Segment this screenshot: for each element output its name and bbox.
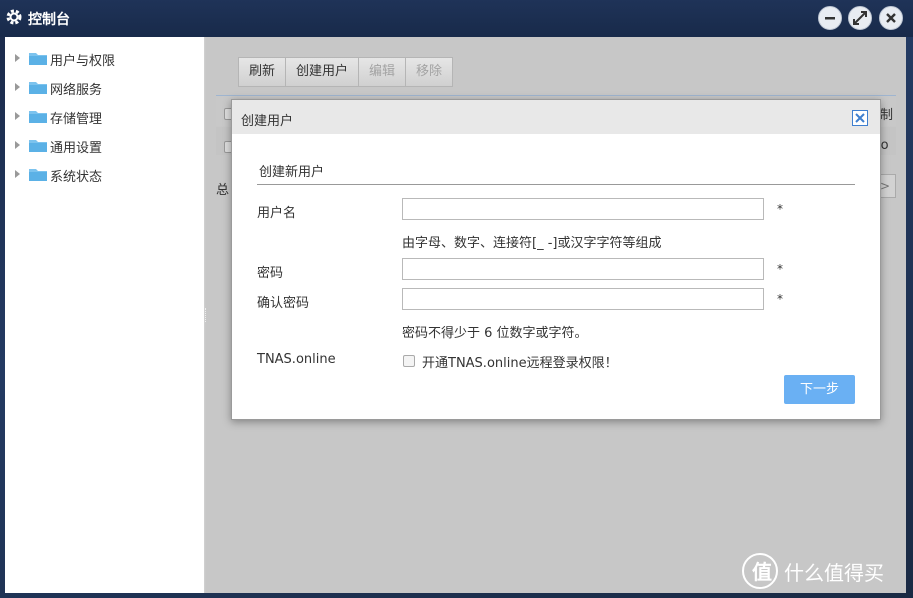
expand-icon	[853, 11, 867, 25]
sidebar-item-label: 系统状态	[50, 170, 103, 185]
column-header-fragment: 制	[880, 108, 894, 123]
minimize-button[interactable]	[818, 6, 842, 30]
required-mark: *	[777, 202, 783, 216]
watermark-logo: 值 什么值得买	[742, 553, 907, 589]
next-step-button[interactable]: 下一步	[784, 375, 855, 404]
sidebar-item-label: 存储管理	[50, 112, 103, 127]
dialog-header: 创建用户	[232, 100, 880, 134]
required-mark: *	[777, 262, 783, 276]
sidebar-item-general[interactable]: 通用设置	[5, 135, 204, 157]
refresh-button[interactable]: 刷新	[239, 58, 287, 86]
close-icon	[886, 13, 896, 23]
expand-arrow-icon[interactable]	[15, 141, 20, 149]
folder-icon	[29, 168, 47, 181]
user-toolbar: 刷新 创建用户 编辑 移除	[238, 57, 454, 87]
close-icon	[855, 113, 865, 123]
sidebar-item-storage[interactable]: 存储管理	[5, 106, 204, 128]
sidebar-item-status[interactable]: 系统状态	[5, 164, 204, 186]
dialog-title: 创建用户	[241, 114, 294, 129]
create-user-button[interactable]: 创建用户	[286, 58, 360, 86]
expand-arrow-icon[interactable]	[15, 54, 20, 62]
tnas-online-checkbox-label[interactable]: 开通TNAS.online远程登录权限！	[422, 352, 618, 371]
sidebar-tree: 用户与权限 网络服务 存储管理 通用设置 系统状态	[5, 37, 205, 593]
edit-button[interactable]: 编辑	[359, 58, 407, 86]
sidebar-item-users[interactable]: 用户与权限	[5, 48, 204, 70]
sidebar-item-label: 用户与权限	[50, 54, 116, 69]
remove-button[interactable]: 移除	[406, 58, 453, 86]
folder-icon	[29, 52, 47, 65]
confirm-password-label: 确认密码	[257, 296, 310, 311]
folder-icon	[29, 110, 47, 123]
window-title: 控制台	[28, 12, 70, 28]
folder-icon	[29, 139, 47, 152]
sidebar-item-label: 网络服务	[50, 83, 103, 98]
window-titlebar: 控制台	[0, 0, 913, 37]
password-input[interactable]	[402, 258, 764, 280]
sidebar-item-label: 通用设置	[50, 141, 103, 156]
folder-icon	[29, 81, 47, 94]
dialog-close-button[interactable]	[852, 110, 868, 126]
minimize-icon	[825, 17, 835, 20]
expand-arrow-icon[interactable]	[15, 83, 20, 91]
password-label: 密码	[257, 266, 284, 281]
expand-arrow-icon[interactable]	[15, 112, 20, 120]
username-label: 用户名	[257, 206, 297, 221]
watermark-text: 什么值得买	[784, 561, 884, 585]
username-hint: 由字母、数字、连接符[_ -]或汉字字符等组成	[402, 236, 662, 251]
gear-icon	[5, 8, 23, 26]
confirm-password-input[interactable]	[402, 288, 764, 310]
username-input[interactable]	[402, 198, 764, 220]
maximize-button[interactable]	[848, 6, 872, 30]
close-window-button[interactable]	[879, 6, 903, 30]
section-title: 创建新用户	[259, 165, 325, 180]
expand-arrow-icon[interactable]	[15, 170, 20, 178]
watermark-glyph: 值	[752, 560, 772, 584]
section-divider	[257, 184, 855, 185]
sidebar-item-network[interactable]: 网络服务	[5, 77, 204, 99]
dialog-body: 创建新用户 用户名 * 由字母、数字、连接符[_ -]或汉字字符等组成 密码 *…	[235, 134, 877, 416]
tnas-online-label: TNAS.online	[257, 352, 336, 367]
create-user-dialog: 创建用户 创建新用户 用户名 * 由字母、数字、连接符[_ -]或汉字字符等组成…	[231, 99, 881, 420]
password-hint: 密码不得少于 6 位数字或字符。	[402, 326, 588, 341]
required-mark: *	[777, 292, 783, 306]
tnas-online-checkbox[interactable]	[403, 355, 415, 367]
total-count-label: 总	[216, 183, 230, 198]
